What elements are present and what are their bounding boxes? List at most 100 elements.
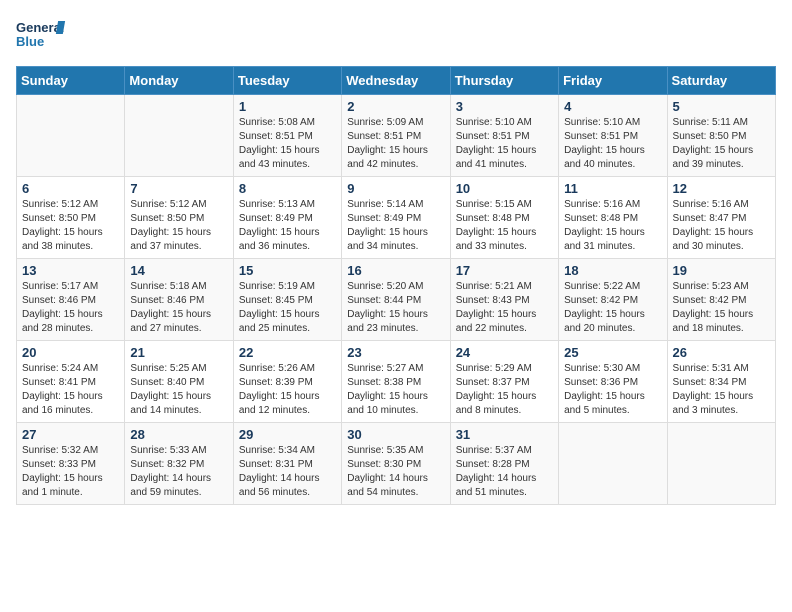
cell-content: Sunrise: 5:17 AM Sunset: 8:46 PM Dayligh… xyxy=(22,280,119,336)
calendar-cell: 10Sunrise: 5:15 AM Sunset: 8:48 PM Dayli… xyxy=(450,177,558,259)
calendar-cell: 23 Sunrise: 5:27 AM Sunset: 8:38 PM Dayli… xyxy=(342,341,450,423)
day-number: 14 xyxy=(130,263,227,278)
cell-content: Sunrise: 5:22 AM Sunset: 8:42 PM Dayligh… xyxy=(564,280,661,336)
day-number: 12 xyxy=(673,181,770,196)
calendar-cell: 3Sunrise: 5:10 AM Sunset: 8:51 PM Daylig… xyxy=(450,95,558,177)
cell-content: Sunrise: 5:16 AM Sunset: 8:48 PM Dayligh… xyxy=(564,198,661,254)
day-number: 9 xyxy=(347,181,444,196)
day-number: 1 xyxy=(239,99,336,114)
day-number: 10 xyxy=(456,181,553,196)
cell-content: Sunrise: 5:12 AM Sunset: 8:50 PM Dayligh… xyxy=(22,198,119,254)
day-number: 21 xyxy=(130,345,227,360)
logo-svg: General Blue xyxy=(16,16,66,58)
column-header-monday: Monday xyxy=(125,67,233,95)
calendar-cell: 14 Sunrise: 5:18 AM Sunset: 8:46 PM Dayli… xyxy=(125,259,233,341)
calendar-cell: 11 Sunrise: 5:16 AM Sunset: 8:48 PM Dayli… xyxy=(559,177,667,259)
cell-content: Sunrise: 5:30 AM Sunset: 8:36 PM Dayligh… xyxy=(564,362,661,418)
day-number: 22 xyxy=(239,345,336,360)
day-number: 5 xyxy=(673,99,770,114)
calendar-cell: 21 Sunrise: 5:25 AM Sunset: 8:40 PM Dayli… xyxy=(125,341,233,423)
cell-content: Sunrise: 5:08 AM Sunset: 8:51 PM Dayligh… xyxy=(239,116,336,172)
calendar-cell: 15Sunrise: 5:19 AM Sunset: 8:45 PM Dayli… xyxy=(233,259,341,341)
day-number: 4 xyxy=(564,99,661,114)
calendar-cell: 18 Sunrise: 5:22 AM Sunset: 8:42 PM Dayli… xyxy=(559,259,667,341)
cell-content: Sunrise: 5:20 AM Sunset: 8:44 PM Dayligh… xyxy=(347,280,444,336)
day-number: 31 xyxy=(456,427,553,442)
day-number: 19 xyxy=(673,263,770,278)
day-number: 7 xyxy=(130,181,227,196)
day-number: 30 xyxy=(347,427,444,442)
calendar-cell xyxy=(125,95,233,177)
calendar-cell: 5 Sunrise: 5:11 AM Sunset: 8:50 PM Daylig… xyxy=(667,95,775,177)
cell-content: Sunrise: 5:25 AM Sunset: 8:40 PM Dayligh… xyxy=(130,362,227,418)
cell-content: Sunrise: 5:14 AM Sunset: 8:49 PM Dayligh… xyxy=(347,198,444,254)
column-header-tuesday: Tuesday xyxy=(233,67,341,95)
day-number: 18 xyxy=(564,263,661,278)
calendar-cell: 28 Sunrise: 5:33 AM Sunset: 8:32 PM Dayli… xyxy=(125,423,233,505)
calendar-cell: 9 Sunrise: 5:14 AM Sunset: 8:49 PM Daylig… xyxy=(342,177,450,259)
cell-content: Sunrise: 5:19 AM Sunset: 8:45 PM Dayligh… xyxy=(239,280,336,336)
calendar-cell: 19Sunrise: 5:23 AM Sunset: 8:42 PM Dayli… xyxy=(667,259,775,341)
cell-content: Sunrise: 5:12 AM Sunset: 8:50 PM Dayligh… xyxy=(130,198,227,254)
day-number: 13 xyxy=(22,263,119,278)
calendar-week-row: 27 Sunrise: 5:32 AM Sunset: 8:33 PM Dayli… xyxy=(17,423,776,505)
cell-content: Sunrise: 5:33 AM Sunset: 8:32 PM Dayligh… xyxy=(130,444,227,500)
cell-content: Sunrise: 5:24 AM Sunset: 8:41 PM Dayligh… xyxy=(22,362,119,418)
day-number: 8 xyxy=(239,181,336,196)
column-header-friday: Friday xyxy=(559,67,667,95)
day-number: 28 xyxy=(130,427,227,442)
calendar-cell: 12Sunrise: 5:16 AM Sunset: 8:47 PM Dayli… xyxy=(667,177,775,259)
calendar-cell: 8 Sunrise: 5:13 AM Sunset: 8:49 PM Daylig… xyxy=(233,177,341,259)
cell-content: Sunrise: 5:35 AM Sunset: 8:30 PM Dayligh… xyxy=(347,444,444,500)
calendar-cell: 27 Sunrise: 5:32 AM Sunset: 8:33 PM Dayli… xyxy=(17,423,125,505)
cell-content: Sunrise: 5:21 AM Sunset: 8:43 PM Dayligh… xyxy=(456,280,553,336)
day-number: 11 xyxy=(564,181,661,196)
cell-content: Sunrise: 5:29 AM Sunset: 8:37 PM Dayligh… xyxy=(456,362,553,418)
calendar-week-row: 6 Sunrise: 5:12 AM Sunset: 8:50 PM Daylig… xyxy=(17,177,776,259)
calendar-cell: 1 Sunrise: 5:08 AM Sunset: 8:51 PM Daylig… xyxy=(233,95,341,177)
day-number: 26 xyxy=(673,345,770,360)
page-header: General Blue xyxy=(16,16,776,58)
cell-content: Sunrise: 5:34 AM Sunset: 8:31 PM Dayligh… xyxy=(239,444,336,500)
calendar-cell: 26 Sunrise: 5:31 AM Sunset: 8:34 PM Dayli… xyxy=(667,341,775,423)
cell-content: Sunrise: 5:26 AM Sunset: 8:39 PM Dayligh… xyxy=(239,362,336,418)
cell-content: Sunrise: 5:31 AM Sunset: 8:34 PM Dayligh… xyxy=(673,362,770,418)
day-number: 29 xyxy=(239,427,336,442)
calendar-cell: 17 Sunrise: 5:21 AM Sunset: 8:43 PM Dayli… xyxy=(450,259,558,341)
cell-content: Sunrise: 5:11 AM Sunset: 8:50 PM Dayligh… xyxy=(673,116,770,172)
calendar-header-row: SundayMondayTuesdayWednesdayThursdayFrid… xyxy=(17,67,776,95)
column-header-thursday: Thursday xyxy=(450,67,558,95)
calendar-cell: 31 Sunrise: 5:37 AM Sunset: 8:28 PM Dayli… xyxy=(450,423,558,505)
day-number: 27 xyxy=(22,427,119,442)
calendar-cell: 22 Sunrise: 5:26 AM Sunset: 8:39 PM Dayli… xyxy=(233,341,341,423)
calendar-table: SundayMondayTuesdayWednesdayThursdayFrid… xyxy=(16,66,776,505)
calendar-cell: 24Sunrise: 5:29 AM Sunset: 8:37 PM Dayli… xyxy=(450,341,558,423)
cell-content: Sunrise: 5:37 AM Sunset: 8:28 PM Dayligh… xyxy=(456,444,553,500)
cell-content: Sunrise: 5:27 AM Sunset: 8:38 PM Dayligh… xyxy=(347,362,444,418)
calendar-cell xyxy=(559,423,667,505)
day-number: 17 xyxy=(456,263,553,278)
day-number: 23 xyxy=(347,345,444,360)
calendar-cell xyxy=(667,423,775,505)
day-number: 20 xyxy=(22,345,119,360)
calendar-cell: 4 Sunrise: 5:10 AM Sunset: 8:51 PM Daylig… xyxy=(559,95,667,177)
calendar-cell: 30 Sunrise: 5:35 AM Sunset: 8:30 PM Dayli… xyxy=(342,423,450,505)
calendar-cell: 7 Sunrise: 5:12 AM Sunset: 8:50 PM Daylig… xyxy=(125,177,233,259)
calendar-cell: 29 Sunrise: 5:34 AM Sunset: 8:31 PM Dayli… xyxy=(233,423,341,505)
day-number: 3 xyxy=(456,99,553,114)
calendar-week-row: 1 Sunrise: 5:08 AM Sunset: 8:51 PM Daylig… xyxy=(17,95,776,177)
column-header-sunday: Sunday xyxy=(17,67,125,95)
cell-content: Sunrise: 5:09 AM Sunset: 8:51 PM Dayligh… xyxy=(347,116,444,172)
cell-content: Sunrise: 5:32 AM Sunset: 8:33 PM Dayligh… xyxy=(22,444,119,500)
cell-content: Sunrise: 5:10 AM Sunset: 8:51 PM Dayligh… xyxy=(564,116,661,172)
calendar-cell: 13 Sunrise: 5:17 AM Sunset: 8:46 PM Dayli… xyxy=(17,259,125,341)
day-number: 6 xyxy=(22,181,119,196)
calendar-cell: 6 Sunrise: 5:12 AM Sunset: 8:50 PM Daylig… xyxy=(17,177,125,259)
column-header-wednesday: Wednesday xyxy=(342,67,450,95)
calendar-cell xyxy=(17,95,125,177)
cell-content: Sunrise: 5:13 AM Sunset: 8:49 PM Dayligh… xyxy=(239,198,336,254)
day-number: 2 xyxy=(347,99,444,114)
calendar-cell: 16 Sunrise: 5:20 AM Sunset: 8:44 PM Dayli… xyxy=(342,259,450,341)
day-number: 16 xyxy=(347,263,444,278)
cell-content: Sunrise: 5:18 AM Sunset: 8:46 PM Dayligh… xyxy=(130,280,227,336)
